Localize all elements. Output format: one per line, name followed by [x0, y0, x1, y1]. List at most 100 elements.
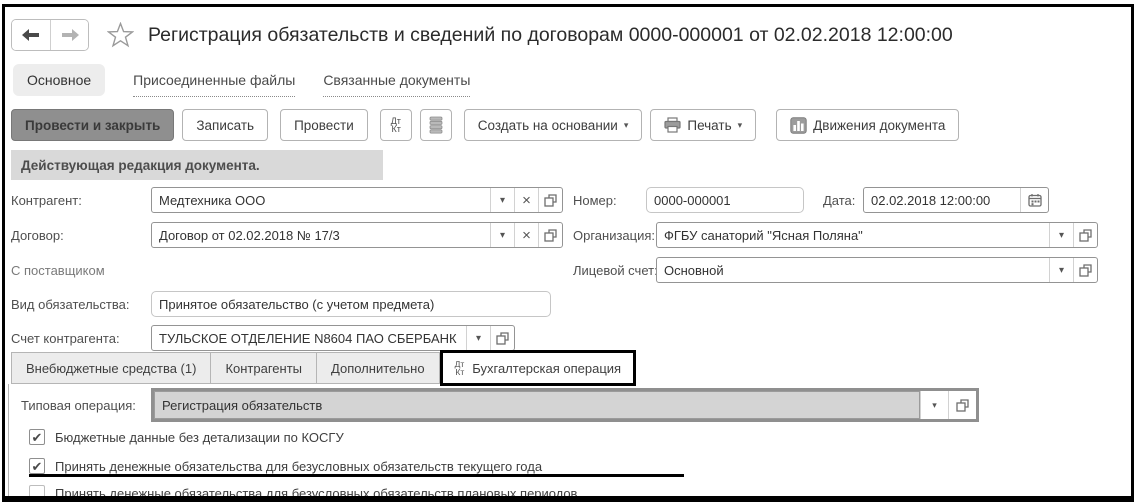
organization-open-button[interactable]	[1073, 223, 1097, 247]
chevron-down-icon: ▾	[1058, 229, 1065, 241]
open-link-icon	[496, 331, 509, 345]
form-row-obligation-kind: Вид обязательства: Принятое обязательств…	[11, 291, 1131, 319]
tab-counterparties[interactable]: Контрагенты	[211, 352, 318, 384]
post-button[interactable]: Провести	[280, 109, 368, 141]
checkbox-monetary-planned-periods[interactable]	[29, 485, 45, 496]
checkbox-monetary-planned-periods-label: Принять денежные обязательства для безус…	[55, 485, 578, 501]
counterparty-account-field[interactable]: ТУЛЬСКОЕ ОТДЕЛЕНИЕ N8604 ПАО СБЕРБАНК ▾	[151, 325, 515, 351]
contract-open-button[interactable]	[538, 223, 562, 247]
open-link-icon	[544, 193, 557, 207]
typical-operation-highlight-box: Регистрация обязательств ▾	[151, 388, 979, 422]
counterparty-account-value[interactable]: ТУЛЬСКОЕ ОТДЕЛЕНИЕ N8604 ПАО СБЕРБАНК	[152, 326, 466, 350]
date-value[interactable]: 02.02.2018 12:00:00	[864, 188, 1020, 212]
counterparty-account-open-button[interactable]	[490, 326, 514, 350]
arrow-left-icon	[22, 29, 40, 41]
form-row-contract: Договор: Договор от 02.02.2018 № 17/3 ▾ …	[11, 222, 1131, 250]
tab-main[interactable]: Основное	[13, 64, 106, 96]
date-calendar-button[interactable]	[1020, 188, 1048, 212]
forward-button[interactable]	[50, 20, 88, 50]
personal-account-label: Лицевой счет:	[573, 263, 658, 278]
tab-additional[interactable]: Дополнительно	[317, 352, 440, 384]
clear-icon: ×	[522, 226, 531, 244]
date-field[interactable]: 02.02.2018 12:00:00	[863, 187, 1049, 213]
bar-chart-icon	[790, 116, 807, 134]
counterparty-open-button[interactable]	[538, 188, 562, 212]
form-row-counterparty: Контрагент: Медтехника ООО ▾ × Номер: 00…	[11, 187, 1131, 215]
tab-extrabudgetary-funds[interactable]: Внебюджетные средства (1)	[11, 352, 212, 384]
organization-field[interactable]: ФГБУ санаторий "Ясная Поляна" ▾	[656, 222, 1098, 248]
obligation-kind-field[interactable]: Принятое обязательство (с учетом предмет…	[151, 291, 551, 317]
number-label: Номер:	[573, 193, 617, 208]
printer-icon	[664, 117, 681, 133]
chevron-down-icon: ▾	[623, 119, 629, 130]
tab-accounting-operation[interactable]: Дт Кт Бухгалтерская операция	[439, 350, 637, 386]
chevron-down-icon: ▾	[737, 119, 743, 130]
annotation-underline	[29, 474, 684, 477]
contract-clear-button[interactable]: ×	[514, 223, 538, 247]
top-tabs: Основное Присоединенные файлы Связанные …	[13, 63, 471, 97]
open-link-icon	[544, 228, 557, 242]
typical-operation-label: Типовая операция:	[21, 398, 136, 413]
contract-value[interactable]: Договор от 02.02.2018 № 17/3	[152, 223, 490, 247]
counterparty-dropdown-button[interactable]: ▾	[490, 188, 514, 212]
section-tabs: Внебюджетные средства (1) Контрагенты До…	[11, 350, 637, 386]
contract-field[interactable]: Договор от 02.02.2018 № 17/3 ▾ ×	[151, 222, 563, 248]
organization-dropdown-button[interactable]: ▾	[1049, 223, 1073, 247]
checkbox-row-monetary-current-year: ✔ Принять денежные обязательства для без…	[29, 457, 542, 475]
counterparty-clear-button[interactable]: ×	[514, 188, 538, 212]
favorite-star-icon[interactable]	[107, 22, 134, 48]
organization-value[interactable]: ФГБУ санаторий "Ясная Поляна"	[657, 223, 1049, 247]
document-status-banner: Действующая редакция документа.	[11, 150, 383, 180]
checkbox-monetary-current-year[interactable]: ✔	[29, 458, 45, 474]
history-nav	[11, 19, 89, 51]
organization-label: Организация:	[573, 228, 656, 243]
counterparty-account-dropdown-button[interactable]: ▾	[466, 326, 490, 350]
window-frame: Регистрация обязательств и сведений по д…	[2, 4, 1134, 502]
obligation-kind-value[interactable]: Принятое обязательство (с учетом предмет…	[152, 292, 550, 316]
checkbox-monetary-current-year-label: Принять денежные обязательства для безус…	[55, 458, 543, 474]
number-field[interactable]: 0000-000001	[646, 187, 804, 213]
post-and-close-button[interactable]: Провести и закрыть	[11, 109, 175, 141]
calendar-icon	[1027, 193, 1042, 207]
header: Регистрация обязательств и сведений по д…	[11, 15, 953, 55]
register-list-icon	[429, 116, 443, 134]
tab-attached-files[interactable]: Присоединенные файлы	[133, 64, 296, 97]
clear-icon: ×	[522, 191, 531, 209]
form-row-counterparty-account: Счет контрагента: ТУЛЬСКОЕ ОТДЕЛЕНИЕ N86…	[11, 325, 1131, 353]
personal-account-value[interactable]: Основной	[657, 258, 1049, 282]
chevron-down-icon: ▾	[1058, 264, 1065, 276]
checkbox-budget-data[interactable]: ✔	[29, 429, 45, 445]
tab-accounting-operation-label: Бухгалтерская операция	[472, 360, 622, 376]
create-based-on-button[interactable]: Создать на основании ▾	[463, 109, 643, 141]
open-link-icon	[956, 398, 969, 412]
back-button[interactable]	[12, 20, 50, 50]
tab-related-documents[interactable]: Связанные документы	[323, 64, 471, 97]
personal-account-field[interactable]: Основной ▾	[656, 257, 1098, 283]
typical-operation-value[interactable]: Регистрация обязательств	[154, 391, 920, 419]
personal-account-dropdown-button[interactable]: ▾	[1049, 258, 1073, 282]
open-link-icon	[1079, 263, 1092, 277]
checkbox-row-budget-data: ✔ Бюджетные данные без детализации по КО…	[29, 428, 344, 446]
document-movements-button[interactable]: Движения документа	[776, 109, 960, 141]
dt-kt-button[interactable]: Дт Кт	[379, 109, 412, 141]
print-button[interactable]: Печать ▾	[650, 109, 757, 141]
obligation-kind-label: Вид обязательства:	[11, 297, 130, 312]
page-title: Регистрация обязательств и сведений по д…	[148, 23, 953, 46]
tab-pane-border	[8, 384, 9, 496]
register-records-button[interactable]	[419, 109, 452, 141]
chevron-down-icon: ▾	[499, 194, 506, 206]
dt-kt-icon: Дт Кт	[390, 116, 401, 134]
contract-dropdown-button[interactable]: ▾	[490, 223, 514, 247]
number-value[interactable]: 0000-000001	[647, 188, 803, 212]
personal-account-open-button[interactable]	[1073, 258, 1097, 282]
counterparty-label: Контрагент:	[11, 193, 82, 208]
form-row-personal-account: С поставщиком Лицевой счет: Основной ▾	[11, 257, 1131, 285]
typical-operation-dropdown-button[interactable]: ▾	[920, 391, 948, 419]
counterparty-value[interactable]: Медтехника ООО	[152, 188, 490, 212]
date-label: Дата:	[823, 193, 856, 208]
counterparty-field[interactable]: Медтехника ООО ▾ ×	[151, 187, 563, 213]
save-button[interactable]: Записать	[182, 109, 269, 141]
typical-operation-open-button[interactable]	[948, 391, 976, 419]
with-supplier-label: С поставщиком	[11, 263, 105, 278]
checkbox-budget-data-label: Бюджетные данные без детализации по КОСГ…	[55, 429, 344, 445]
